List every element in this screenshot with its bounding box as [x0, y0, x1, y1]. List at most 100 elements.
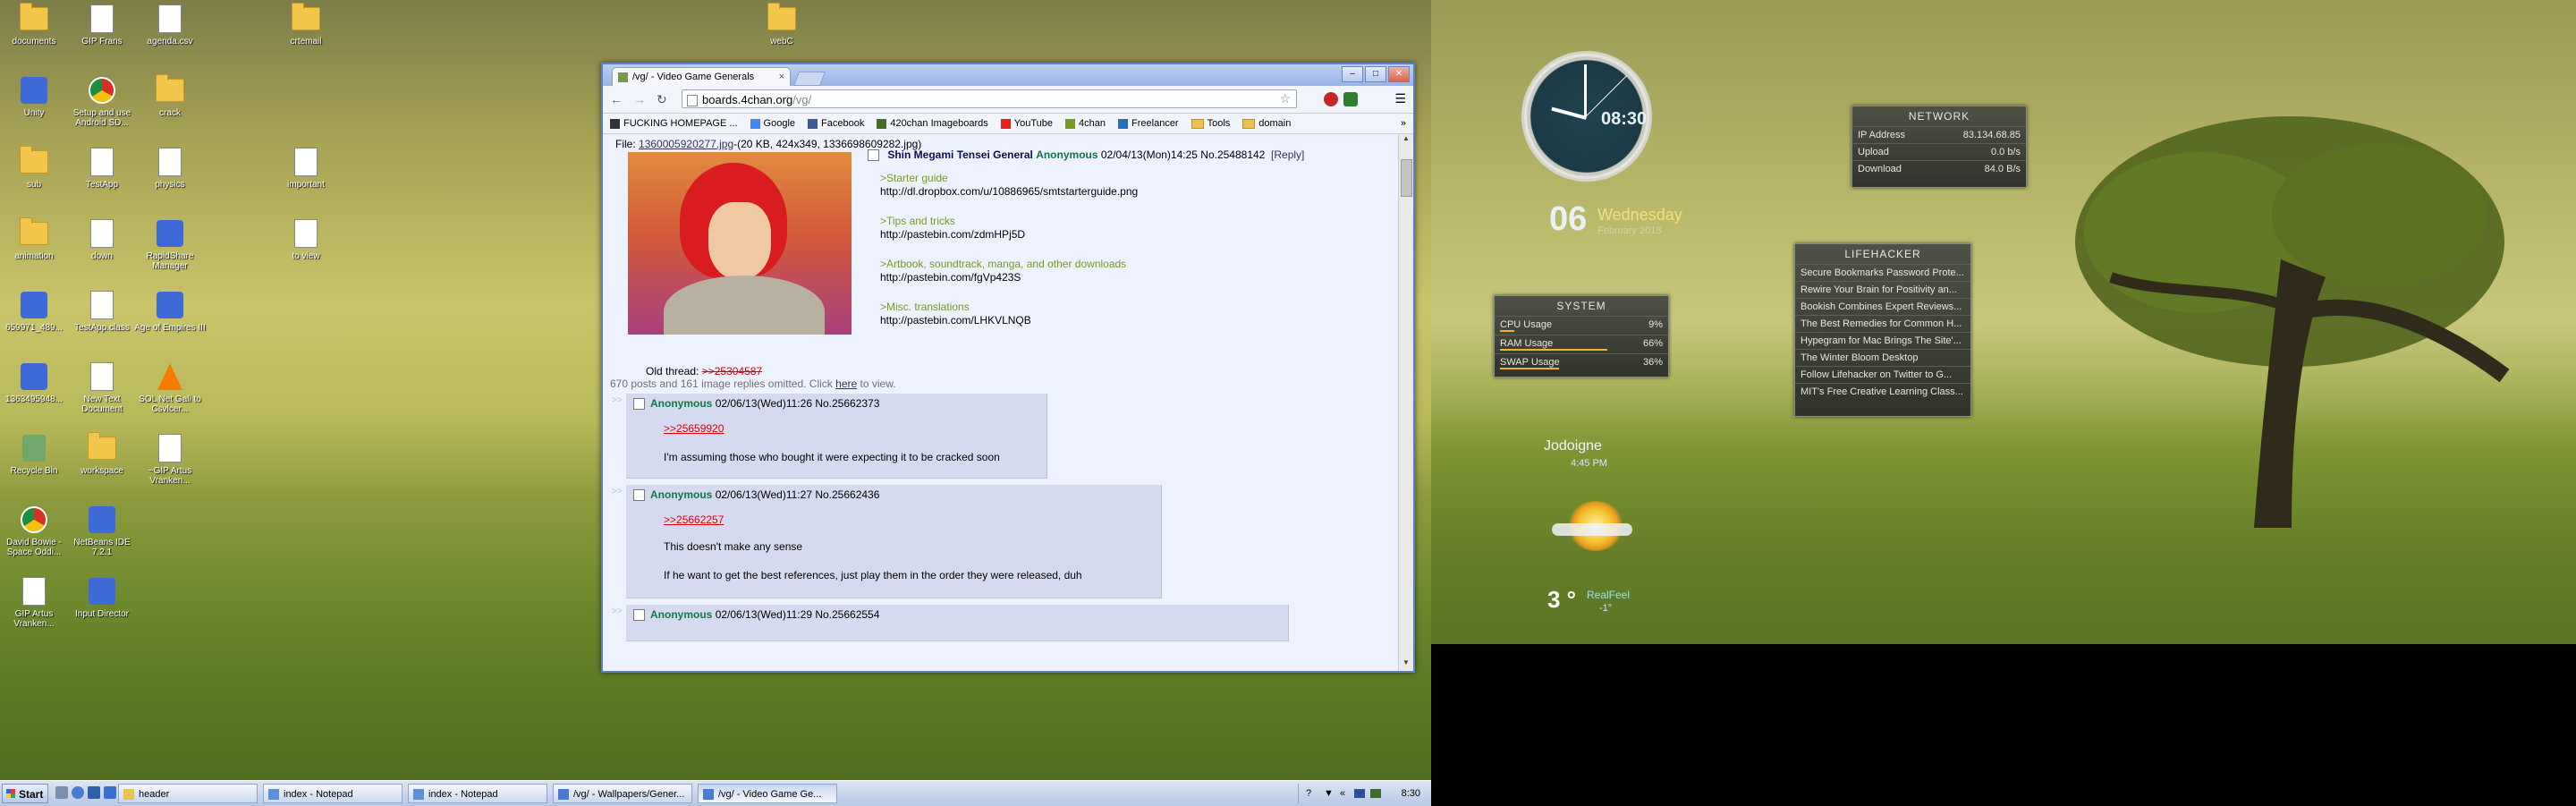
scroll-up-arrow-icon[interactable]: ▲	[1399, 134, 1413, 147]
explorer-quicklaunch-icon[interactable]	[88, 786, 100, 799]
address-bar[interactable]: boards.4chan.org/vg/ ☆	[682, 89, 1297, 108]
help-tray-icon[interactable]: ?	[1306, 784, 1311, 803]
reply-checkbox[interactable]	[633, 609, 645, 622]
desktop-icon[interactable]: New Text Document	[63, 361, 141, 414]
desktop-icon[interactable]: GIP Frans	[63, 4, 141, 47]
network-gadget[interactable]: NETWORK IP Address 83.134.68.85 Upload 0.0…	[1852, 106, 2027, 188]
browser-window[interactable]: /vg/ - Video Game Generals × – □ ✕ ← → ↻…	[601, 63, 1415, 673]
taskbar-window-button[interactable]: index - Notepad	[408, 784, 547, 803]
bookmark-folder-domain[interactable]: domain	[1242, 118, 1291, 129]
browser-titlebar[interactable]: /vg/ - Video Game Generals × – □ ✕	[603, 64, 1413, 86]
bookmarks-overflow-icon[interactable]: »	[1401, 118, 1406, 129]
media-quicklaunch-icon[interactable]	[104, 786, 116, 799]
bookmark-item[interactable]: Google	[750, 118, 795, 129]
chrome-quicklaunch-icon[interactable]	[72, 786, 84, 799]
clock-day-number: 06	[1549, 200, 1588, 238]
desktop-icon[interactable]: TestApp.class	[63, 290, 141, 333]
reply-arrow-icon: >>	[612, 607, 623, 616]
scroll-down-arrow-icon[interactable]: ▼	[1399, 658, 1413, 671]
lifehacker-item[interactable]: Hypegram for Mac Brings The Site'...	[1795, 332, 1970, 349]
expand-tray-icon[interactable]: «	[1340, 784, 1345, 803]
network-tray-icon[interactable]: ▼	[1324, 784, 1334, 803]
op-post: Shin Megami Tensei General Anonymous 02/…	[868, 148, 1351, 327]
link-line[interactable]: http://dl.dropbox.com/u/10886965/smtstar…	[880, 185, 1351, 199]
bookmark-item[interactable]: YouTube	[1000, 118, 1053, 129]
show-desktop-icon[interactable]	[55, 786, 68, 799]
desktop-icon[interactable]: important	[267, 147, 345, 190]
reply-quote-link[interactable]: >>25662257	[664, 513, 724, 526]
reply-link[interactable]: [Reply]	[1271, 148, 1304, 161]
system-gadget[interactable]: SYSTEM CPU Usage 9% RAM Usage 66% SWAP Usage…	[1494, 295, 1669, 378]
desktop-icon[interactable]: SOL Net Gali to Csvlcer...	[131, 361, 209, 414]
back-arrow-icon[interactable]: ←	[610, 92, 623, 106]
reply-checkbox[interactable]	[633, 489, 645, 502]
reload-icon[interactable]: ↻	[657, 92, 667, 107]
desktop-icon[interactable]: workspace	[63, 432, 141, 476]
taskbar-window-button[interactable]: /vg/ - Video Game Ge...	[698, 784, 837, 803]
taskbar-window-button[interactable]: header	[118, 784, 258, 803]
desktop-icon[interactable]: crtemail	[267, 3, 345, 47]
taskbar-window-button[interactable]: index - Notepad	[263, 784, 402, 803]
desktop-icon[interactable]: NetBeans IDE 7.2.1	[63, 505, 141, 557]
reply-quote-link[interactable]: >>25659920	[664, 422, 724, 435]
lifehacker-item[interactable]: MIT's Free Creative Learning Class...	[1795, 383, 1970, 400]
desktop-icon-label: crtemail	[290, 37, 322, 47]
taskbar-window-button[interactable]: /vg/ - Wallpapers/Gener...	[553, 784, 692, 803]
thread-thumbnail-image[interactable]	[628, 152, 852, 335]
link-line[interactable]: http://pastebin.com/LHKVLNQB	[880, 314, 1351, 327]
lifehacker-item[interactable]: Rewire Your Brain for Positivity an...	[1795, 281, 1970, 298]
scroll-thumb[interactable]	[1401, 159, 1412, 197]
start-button[interactable]: Start	[2, 784, 48, 803]
desktop-icon[interactable]: webC	[742, 3, 821, 47]
expand-thread-link[interactable]: here	[835, 378, 857, 390]
desktop-icon[interactable]: down	[63, 218, 141, 261]
forward-arrow-icon[interactable]: →	[633, 92, 646, 106]
lifehacker-item[interactable]: The Best Remedies for Common H...	[1795, 315, 1970, 332]
minimize-button[interactable]: –	[1342, 66, 1363, 82]
op-body: >Starter guide http://dl.dropbox.com/u/1…	[880, 172, 1351, 327]
bookmark-item[interactable]: 4chan	[1065, 118, 1106, 129]
stats-extension-icon[interactable]	[1343, 92, 1358, 106]
desktop-icon[interactable]: Input Director	[63, 576, 141, 619]
browser-tab-active[interactable]: /vg/ - Video Game Generals ×	[612, 67, 791, 86]
exe-icon	[157, 220, 183, 247]
new-tab-button[interactable]	[793, 72, 826, 86]
desktop-icon[interactable]: Age of Empires III	[131, 290, 209, 333]
taskbar-clock[interactable]: 8:30	[1402, 784, 1420, 803]
desktop-icon[interactable]: agenda.csv	[131, 4, 209, 47]
desktop-icon[interactable]: ~GIP Artus Vranken...	[131, 433, 209, 486]
file-link[interactable]: 1360005920277.jpg	[639, 138, 733, 150]
desktop-icon[interactable]: crack	[131, 74, 209, 118]
desktop-icon[interactable]: Setup and use Android SD...	[63, 75, 141, 128]
reply-checkbox[interactable]	[633, 398, 645, 411]
close-button[interactable]: ✕	[1388, 66, 1410, 82]
bookmark-folder-tools[interactable]: Tools	[1191, 118, 1230, 129]
desktop-icon[interactable]: TestApp	[63, 147, 141, 190]
bookmark-item[interactable]: 420chan Imageboards	[877, 118, 988, 129]
bookmark-star-icon[interactable]: ☆	[1279, 89, 1291, 108]
lifehacker-item[interactable]: Secure Bookmarks Password Prote...	[1795, 264, 1970, 281]
desktop-icon[interactable]: RapidShare Manager	[131, 218, 209, 271]
lifehacker-item[interactable]: The Winter Bloom Desktop	[1795, 349, 1970, 366]
op-checkbox[interactable]	[868, 149, 879, 162]
bookmark-item[interactable]: Facebook	[808, 118, 864, 129]
lifehacker-item[interactable]: Follow Lifehacker on Twitter to G...	[1795, 366, 1970, 383]
lifehacker-gadget[interactable]: LIFEHACKER Secure Bookmarks Password Pro…	[1794, 243, 1971, 417]
desktop-icon[interactable]: to view	[267, 218, 345, 261]
op-name: Anonymous	[1036, 148, 1098, 161]
link-line[interactable]: http://pastebin.com/fgVp423S	[880, 271, 1351, 284]
bookmark-item[interactable]: FUCKING HOMEPAGE ...	[610, 118, 738, 129]
link-line[interactable]: http://pastebin.com/zdmHPj5D	[880, 228, 1351, 242]
bookmark-item[interactable]: Freelancer	[1118, 118, 1179, 129]
page-scrollbar[interactable]: ▲ ▼	[1398, 134, 1413, 671]
tab-close-icon[interactable]: ×	[779, 68, 784, 86]
desktop-icon[interactable]: physics	[131, 147, 209, 190]
old-thread-link[interactable]: >>25304587	[702, 365, 762, 378]
chrome-menu-icon[interactable]: ☰	[1394, 91, 1406, 106]
display-tray-icon[interactable]	[1354, 789, 1365, 798]
clock-gadget[interactable]: 08:30	[1515, 45, 1658, 188]
lifehacker-item[interactable]: Bookish Combines Expert Reviews...	[1795, 298, 1970, 315]
volume-tray-icon[interactable]	[1370, 789, 1381, 798]
maximize-button[interactable]: □	[1365, 66, 1386, 82]
adblock-extension-icon[interactable]	[1324, 92, 1338, 106]
